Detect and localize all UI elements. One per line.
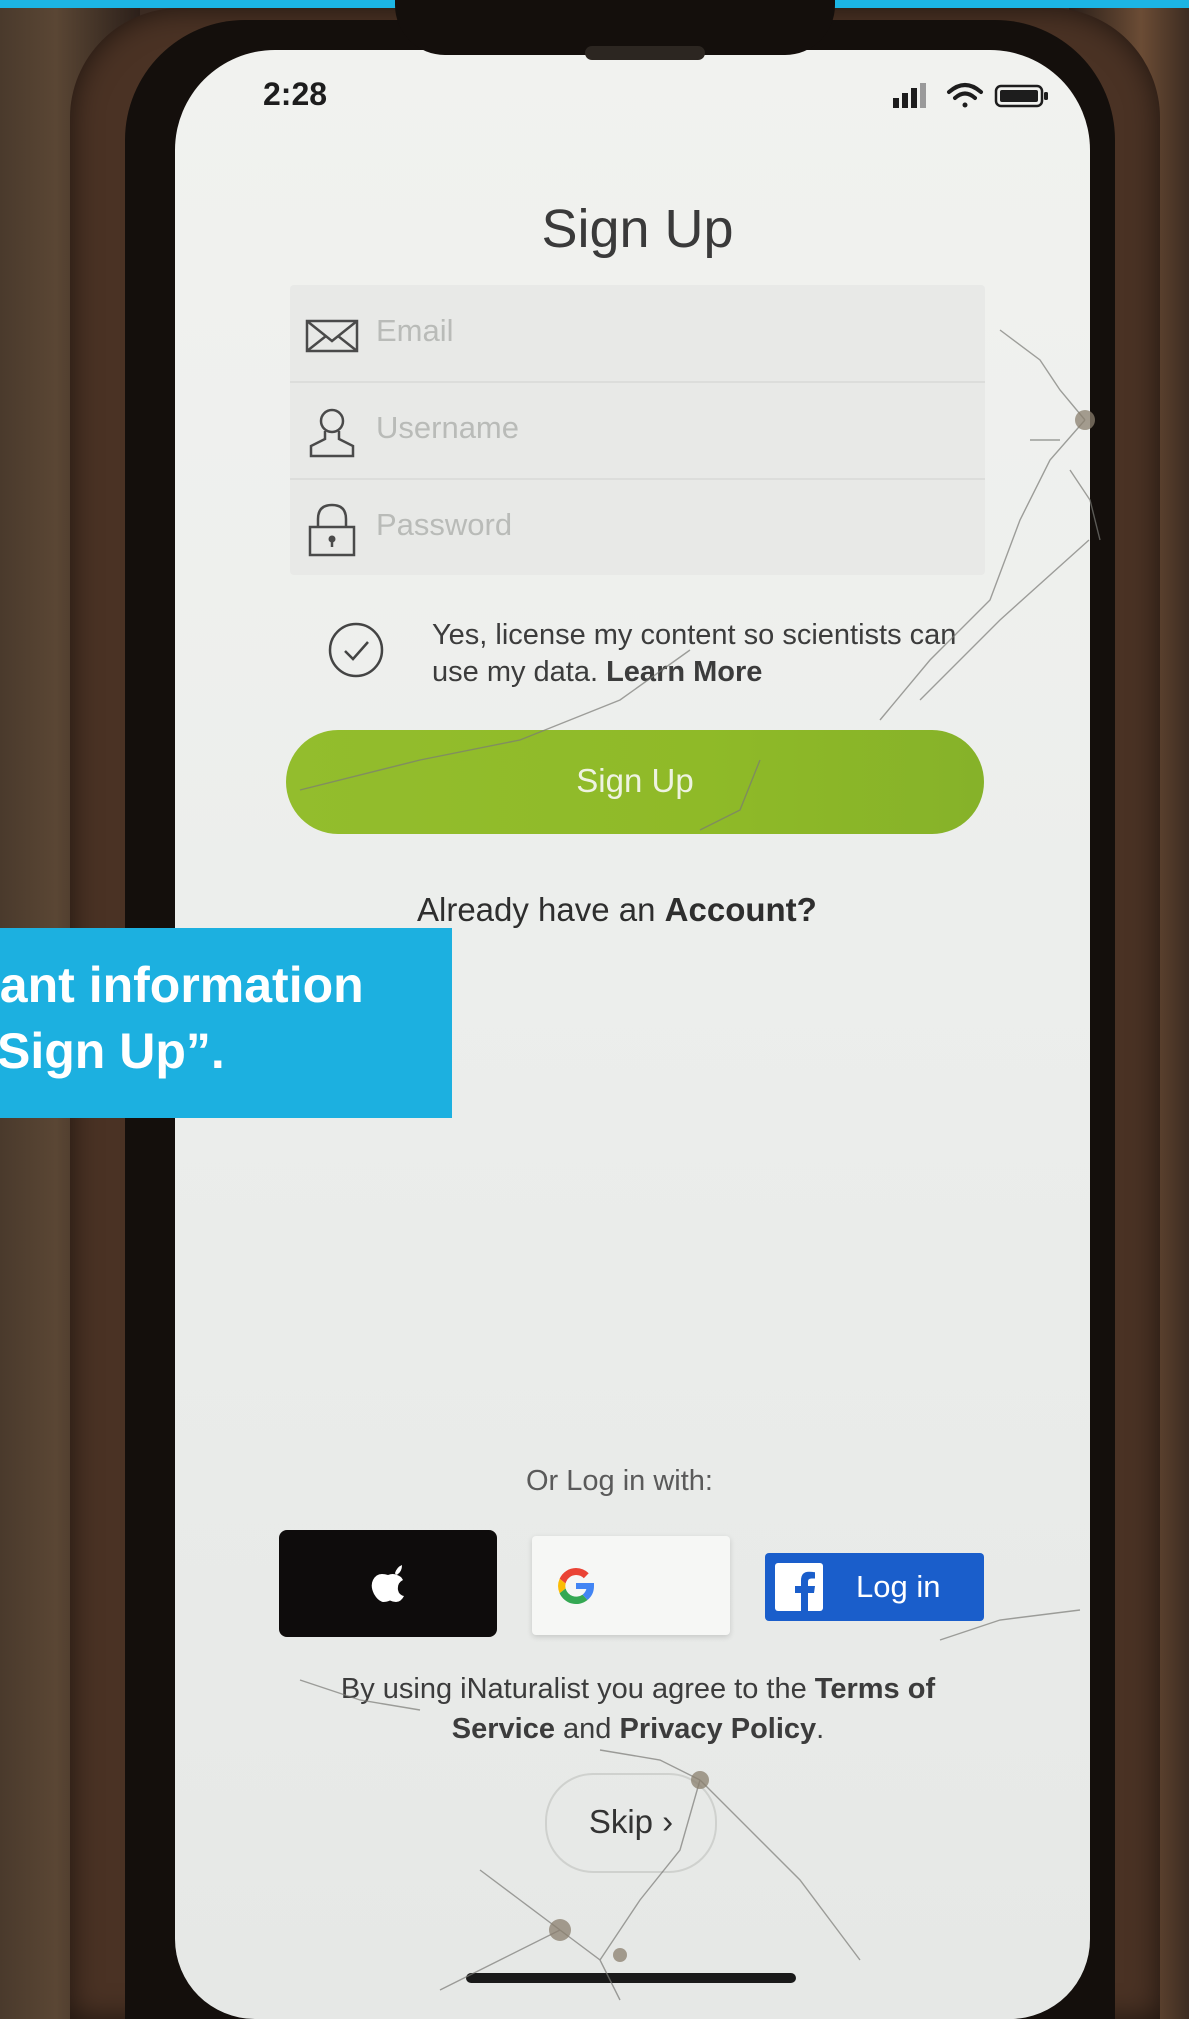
skip-button-label: Skip ›	[588, 1803, 674, 1840]
already-have-account-prefix: Already have an	[417, 891, 656, 928]
signup-form: Email Username Password	[290, 285, 985, 575]
apple-logo-icon	[371, 1565, 404, 1602]
email-placeholder: Email	[376, 313, 454, 348]
google-login-button[interactable]	[532, 1536, 730, 1635]
home-indicator	[466, 1973, 796, 1983]
learn-more-link[interactable]: Learn More	[606, 656, 762, 688]
cellular-signal-icon	[893, 83, 926, 108]
checkmark-circle-icon[interactable]	[328, 622, 384, 678]
sign-up-button[interactable]: Sign Up	[286, 730, 984, 834]
google-logo-icon	[558, 1568, 595, 1605]
page-title: Sign Up	[541, 199, 734, 259]
license-statement: Yes, license my content so scientists ca…	[432, 617, 992, 691]
password-field[interactable]: Password	[290, 479, 985, 575]
terms-statement: By using iNaturalist you agree to the Te…	[288, 1669, 988, 1749]
facebook-login-label: Log in	[856, 1569, 941, 1604]
terms-suffix: .	[816, 1713, 825, 1745]
tutorial-callout-text: vant information “Sign Up”.	[0, 952, 452, 1084]
battery-icon	[994, 84, 1048, 108]
email-field[interactable]: Email	[290, 285, 985, 383]
lock-icon	[308, 503, 356, 557]
social-login-heading: Or Log in with:	[526, 1465, 713, 1497]
facebook-login-button[interactable]: Log in	[765, 1553, 984, 1621]
password-placeholder: Password	[376, 507, 513, 542]
status-icons	[893, 83, 1048, 108]
skip-button[interactable]: Skip ›	[545, 1773, 717, 1873]
wifi-icon	[947, 83, 983, 108]
facebook-logo-icon	[775, 1563, 823, 1611]
tutorial-callout-line-1: vant information	[0, 957, 364, 1013]
username-placeholder: Username	[376, 410, 519, 445]
sign-up-button-label: Sign Up	[576, 762, 694, 799]
tutorial-callout-banner: vant information “Sign Up”.	[0, 928, 452, 1118]
already-have-account: Already have an Account?	[417, 891, 817, 929]
tutorial-callout-line-2: “Sign Up”.	[0, 1023, 225, 1079]
username-field[interactable]: Username	[290, 382, 985, 480]
apple-login-button[interactable]	[279, 1530, 497, 1637]
terms-conjunction: and	[563, 1713, 612, 1745]
person-icon	[309, 408, 355, 458]
envelope-icon	[305, 319, 359, 353]
status-time: 2:28	[263, 76, 328, 112]
privacy-policy-link[interactable]: Privacy Policy	[619, 1713, 816, 1745]
account-login-link[interactable]: Account?	[665, 891, 817, 928]
terms-prefix: By using iNaturalist you agree to the	[340, 1673, 807, 1705]
earpiece-speaker	[585, 46, 705, 60]
